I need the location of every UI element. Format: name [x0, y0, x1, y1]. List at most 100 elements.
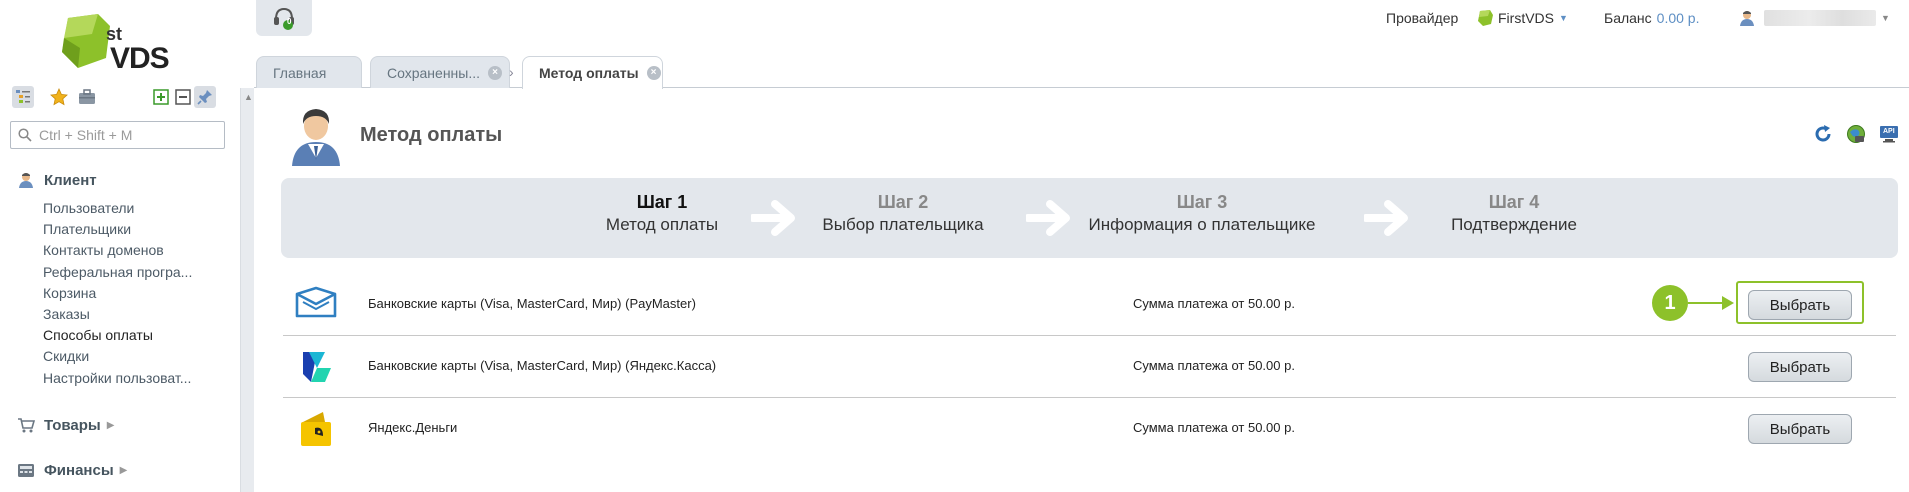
user-menu[interactable]: ▼ — [1738, 8, 1890, 28]
pin-icon[interactable] — [194, 86, 216, 108]
provider-label-text: Провайдер — [1386, 10, 1459, 26]
sidebar-item-users[interactable]: Пользователи — [43, 198, 192, 219]
globe-settings-icon[interactable] — [1846, 124, 1866, 144]
favorites-star-icon[interactable] — [48, 86, 70, 108]
logo-vds: VDS — [110, 42, 170, 75]
provider-switcher[interactable]: FirstVDS ▼ — [1476, 8, 1568, 28]
scroll-up-icon[interactable]: ▲ — [244, 92, 253, 102]
sidebar-group-title: Товары — [44, 416, 101, 434]
annotation-highlight-box — [1736, 281, 1864, 324]
payment-method-name: Банковские карты (Visa, MasterCard, Мир)… — [368, 296, 696, 311]
sidebar-item-domain-contacts[interactable]: Контакты доменов — [43, 240, 192, 261]
tab-bar: Главная Сохраненны... × › Метод оплаты × — [254, 56, 1909, 89]
wizard-step-2: Шаг 2 Выбор плательщика — [813, 192, 993, 235]
firstvds-logo[interactable]: st VDS — [58, 12, 183, 78]
sidebar-group-finance[interactable]: Финансы ▶ — [16, 460, 127, 480]
step-arrow-icon — [1026, 200, 1070, 236]
wizard-step-3: Шаг 3 Информация о плательщике — [1087, 192, 1317, 235]
sidebar-group-client[interactable]: Клиент — [16, 170, 97, 190]
sidebar-item-orders[interactable]: Заказы — [43, 304, 192, 325]
client-person-icon — [16, 170, 36, 190]
step-number: Шаг 2 — [877, 192, 929, 212]
tree-menu-icon[interactable] — [12, 86, 34, 108]
sidebar-search — [10, 121, 225, 149]
close-tab-icon[interactable]: × — [646, 66, 661, 80]
sidebar-splitter[interactable]: ▲ — [240, 88, 254, 492]
select-yandex-money-button[interactable]: Выбрать — [1748, 414, 1852, 444]
wizard-step-4: Шаг 4 Подтверждение — [1431, 192, 1597, 235]
annotation-callout-badge: 1 — [1652, 285, 1688, 321]
page-title: Метод оплаты — [360, 124, 503, 146]
sidebar-item-payment-methods[interactable]: Способы оплаты — [43, 325, 192, 346]
balance-value: 0.00 р. — [1656, 10, 1700, 26]
yandex-kassa-icon — [295, 348, 337, 386]
step-label: Информация о плательщике — [1088, 215, 1316, 234]
balance-label: Баланс — [1604, 10, 1652, 26]
annotation-arrow-line — [1688, 302, 1726, 304]
wizard-step-1: Шаг 1 Метод оплаты — [583, 192, 741, 235]
payment-method-row: Банковские карты (Visa, MasterCard, Мир)… — [283, 336, 1896, 398]
payment-method-name: Яндекс.Деньги — [368, 420, 458, 435]
provider-label: Провайдер — [1386, 8, 1458, 28]
finance-calculator-icon — [16, 460, 36, 480]
tab-payment-method[interactable]: Метод оплаты × — [522, 56, 663, 89]
collapse-all-icon[interactable] — [172, 86, 194, 108]
select-yandex-kassa-button[interactable]: Выбрать — [1748, 352, 1852, 382]
balance-link[interactable]: Баланс 0.00 р. — [1604, 8, 1700, 28]
paymaster-card-icon — [295, 286, 337, 324]
provider-name: FirstVDS — [1498, 10, 1554, 26]
payment-wizard-steps: Шаг 1 Метод оплаты Шаг 2 Выбор плательщи… — [281, 178, 1898, 258]
sidebar-item-payers[interactable]: Плательщики — [43, 219, 192, 240]
payment-method-row: Яндекс.Деньги Сумма платежа от 50.00 р. … — [283, 398, 1896, 460]
briefcase-icon[interactable] — [76, 86, 98, 108]
search-input[interactable] — [39, 125, 219, 145]
sidebar-item-user-settings[interactable]: Настройки пользоват... — [43, 368, 192, 389]
step-arrow-icon — [1364, 200, 1408, 236]
step-number: Шаг 3 — [1176, 192, 1228, 212]
chevron-down-icon: ▼ — [1559, 13, 1568, 23]
step-arrow-icon — [751, 200, 795, 236]
breadcrumb-arrow-icon: › — [509, 64, 514, 80]
caret-right-icon: ▶ — [119, 464, 128, 476]
api-icon[interactable]: API — [1879, 124, 1899, 144]
payment-min-sum: Сумма платежа от 50.00 р. — [1133, 358, 1295, 373]
headset-icon — [274, 7, 294, 30]
step-label: Метод оплаты — [605, 215, 719, 234]
search-icon — [18, 128, 32, 142]
payment-min-sum: Сумма платежа от 50.00 р. — [1133, 420, 1295, 435]
sidebar-group-title: Клиент — [44, 171, 97, 189]
payment-min-sum: Сумма платежа от 50.00 р. — [1133, 296, 1295, 311]
caret-right-icon: ▶ — [106, 419, 115, 431]
sidebar-item-cart[interactable]: Корзина — [43, 283, 192, 304]
close-tab-icon[interactable]: × — [488, 65, 503, 80]
api-label: API — [1883, 128, 1895, 135]
app-root: st VDS Ctrl + Shift + M Клиент Пользоват… — [0, 0, 1909, 492]
headset-badge-count: 0 — [287, 17, 292, 26]
sidebar: st VDS Ctrl + Shift + M Клиент Пользоват… — [0, 0, 240, 492]
sidebar-group-title: Финансы — [44, 461, 114, 479]
firstvds-provider-icon — [1478, 10, 1493, 26]
user-name-redacted — [1764, 10, 1876, 26]
chevron-down-icon: ▼ — [1881, 13, 1890, 23]
client-nav-list: Пользователи Плательщики Контакты домено… — [43, 198, 192, 389]
step-label: Подтверждение — [1451, 215, 1577, 234]
annotation-arrow-head — [1722, 296, 1734, 310]
refresh-icon[interactable] — [1813, 124, 1833, 144]
tab-label: Сохраненны... — [387, 64, 481, 81]
expand-all-icon[interactable] — [150, 86, 172, 108]
page-user-icon — [286, 104, 346, 166]
yandex-money-wallet-icon — [295, 410, 337, 448]
tab-saved[interactable]: Сохраненны... × — [370, 56, 510, 88]
shopping-cart-icon — [16, 415, 36, 435]
sidebar-item-discounts[interactable]: Скидки — [43, 346, 192, 367]
sidebar-group-products[interactable]: Товары ▶ — [16, 415, 114, 435]
user-avatar-icon — [1740, 11, 1754, 26]
sidebar-toolbar — [12, 86, 226, 112]
tab-label: Главная — [273, 64, 327, 81]
sidebar-item-referral[interactable]: Реферальная програ... — [43, 262, 192, 283]
support-headset-button[interactable]: 0 — [256, 0, 312, 36]
step-number: Шаг 1 — [636, 192, 688, 212]
tab-main[interactable]: Главная — [256, 56, 362, 88]
tab-label: Метод оплаты — [539, 65, 639, 81]
step-number: Шаг 4 — [1488, 192, 1540, 212]
